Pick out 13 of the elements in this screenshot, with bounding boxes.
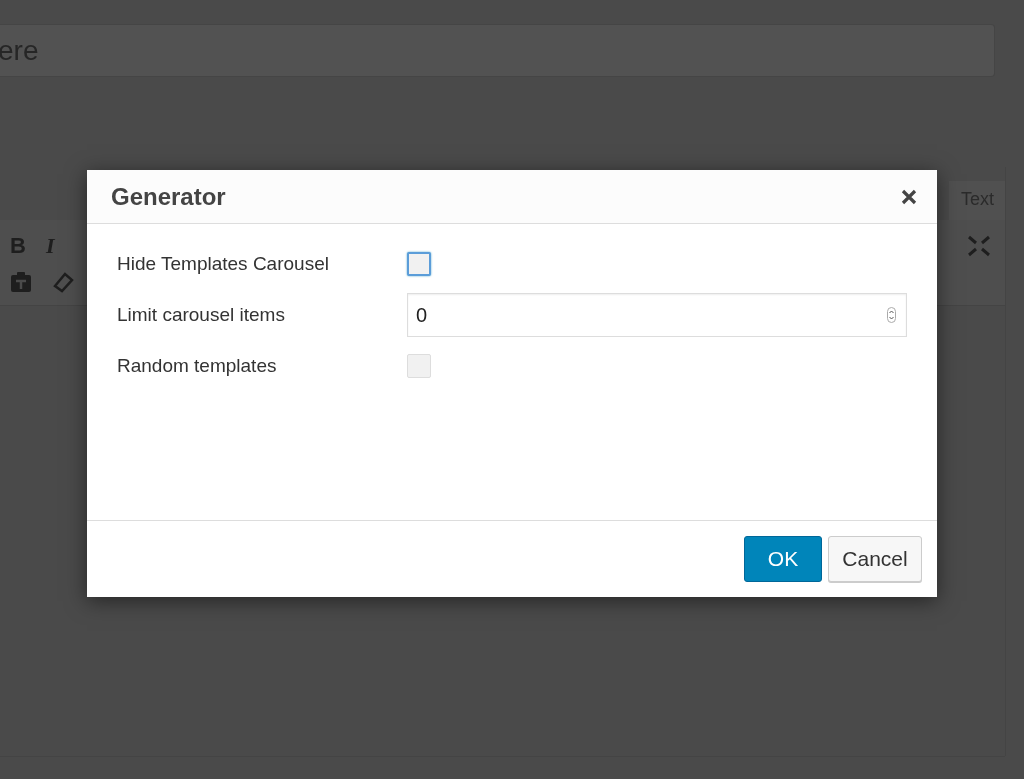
close-icon[interactable] [901, 188, 917, 205]
spinner-icon[interactable] [887, 307, 896, 323]
field-label: Hide Templates Carousel [117, 253, 330, 275]
dialog-title: Generator [111, 182, 226, 211]
fullscreen-icon[interactable] [967, 235, 991, 257]
clipboard-icon[interactable] [10, 271, 32, 293]
eraser-icon[interactable] [52, 271, 74, 293]
field-label: Limit carousel items [117, 304, 286, 326]
checkbox[interactable] [407, 252, 431, 276]
cancel-button[interactable]: Cancel [828, 536, 922, 582]
number-field[interactable]: 0 [407, 293, 907, 337]
ok-button[interactable]: OK [744, 536, 822, 582]
field-label: Random templates [117, 355, 278, 377]
